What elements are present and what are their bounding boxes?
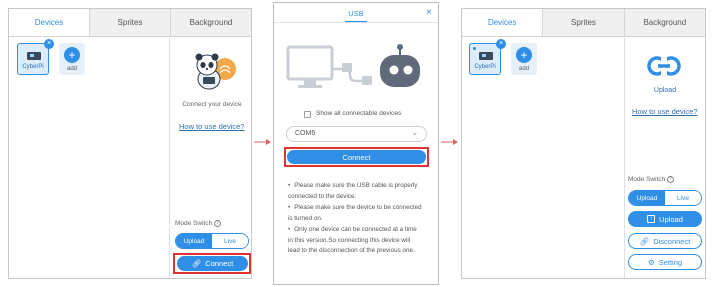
unlink-icon: 🔗︎ <box>639 236 650 246</box>
upload-button-label: Upload <box>659 214 683 224</box>
connected-dot-icon <box>473 47 476 50</box>
add-device-button-after[interactable]: + add <box>511 43 537 75</box>
mode-live-option-after[interactable]: Live <box>665 191 701 205</box>
mode-live-option[interactable]: Live <box>212 234 248 248</box>
plus-icon-after: + <box>516 47 532 63</box>
usb-connection-illustration <box>286 44 420 88</box>
usb-note-3: • Only one device can be connected at a t… <box>288 226 417 254</box>
how-to-use-link-after[interactable]: How to use device? <box>632 107 697 116</box>
panel-tabs-after: Devices Sprites Background <box>462 9 705 37</box>
remove-device-icon-after[interactable]: × <box>496 39 506 49</box>
port-select-value: COM6 <box>295 130 316 137</box>
disconnect-button[interactable]: 🔗︎ Disconnect <box>628 233 702 249</box>
mode-switch-text-after: Mode Switch <box>628 176 666 184</box>
tab-devices-after[interactable]: Devices <box>462 9 544 36</box>
chevron-down-icon: ⌄ <box>411 128 418 137</box>
plus-icon: + <box>64 47 80 63</box>
add-label-after: add <box>518 66 529 72</box>
devices-panel-before: Devices Sprites Background CyberPi × + a… <box>8 8 252 279</box>
title-divider <box>274 22 438 23</box>
connect-highlight-box <box>173 253 251 274</box>
panda-illustration <box>195 53 236 90</box>
help-icon-after: ? <box>667 176 675 183</box>
show-all-label: Show all connectable devices <box>316 110 402 117</box>
add-label: add <box>66 66 77 72</box>
upload-icon: ↑ <box>647 215 656 223</box>
panel-tabs: Devices Sprites Background <box>9 9 251 37</box>
usb-note-2: • Please make sure the device to be conne… <box>288 204 422 222</box>
show-all-checkbox[interactable] <box>304 111 311 118</box>
device-label: CyberPi <box>22 64 44 70</box>
sidebar-divider-after <box>624 38 625 278</box>
port-select[interactable]: COM6 ⌄ <box>286 126 427 142</box>
upload-caption: Upload <box>653 87 677 94</box>
mode-upload-option-after[interactable]: Upload <box>629 191 665 205</box>
cyberpi-device-icon-after <box>479 52 493 60</box>
mode-switch-toggle-after[interactable]: Upload Live <box>628 190 702 206</box>
step-arrow-2 <box>441 139 458 145</box>
close-icon[interactable]: × <box>426 7 432 18</box>
device-card-cyberpi[interactable]: CyberPi <box>17 43 49 75</box>
remove-device-icon[interactable]: × <box>44 39 54 49</box>
help-icon: ? <box>214 220 222 227</box>
disconnect-button-label: Disconnect <box>653 236 691 246</box>
usb-note-2-text: Please make sure the device to be connec… <box>288 204 422 222</box>
usb-dialog: USB × Show all connectable devices COM6 … <box>273 2 439 285</box>
cyberpi-device-icon <box>27 52 41 60</box>
tab-background[interactable]: Background <box>171 9 251 36</box>
usb-note-3-text: Only one device can be connected at a ti… <box>288 226 417 254</box>
tab-background-after[interactable]: Background <box>624 9 705 36</box>
usb-title: USB <box>348 9 364 18</box>
step-arrow-1 <box>254 139 271 145</box>
usb-note-1-text: Please make sure the USB cable is proper… <box>288 182 418 200</box>
devices-panel-after: Devices Sprites Background CyberPi × + a… <box>461 8 706 279</box>
mode-switch-text: Mode Switch <box>175 220 213 228</box>
tab-sprites[interactable]: Sprites <box>90 9 171 36</box>
sidebar-divider <box>169 38 170 278</box>
mode-upload-option[interactable]: Upload <box>176 234 212 248</box>
mode-switch-label-after: Mode Switch ? <box>628 176 675 184</box>
connect-prompt-text: Connect your device <box>182 101 242 108</box>
gear-icon: ⚙ <box>647 257 655 267</box>
setting-button-label: Setting <box>658 257 683 267</box>
mode-switch-toggle[interactable]: Upload Live <box>175 233 249 249</box>
usb-connect-highlight-box <box>284 147 429 167</box>
tab-sprites-after[interactable]: Sprites <box>543 9 625 36</box>
device-card-cyberpi-after[interactable]: CyberPi <box>469 43 501 75</box>
upload-button[interactable]: ↑ Upload <box>628 211 702 227</box>
how-to-use-link[interactable]: How to use device? <box>179 122 244 131</box>
connected-link-icon <box>647 55 681 77</box>
device-label-after: CyberPi <box>474 64 496 70</box>
usb-note-1: • Please make sure the USB cable is prope… <box>288 182 418 200</box>
tab-devices[interactable]: Devices <box>9 9 90 36</box>
add-device-button[interactable]: + add <box>59 43 85 75</box>
setting-button[interactable]: ⚙ Setting <box>628 254 702 270</box>
mode-switch-label: Mode Switch ? <box>175 220 222 228</box>
